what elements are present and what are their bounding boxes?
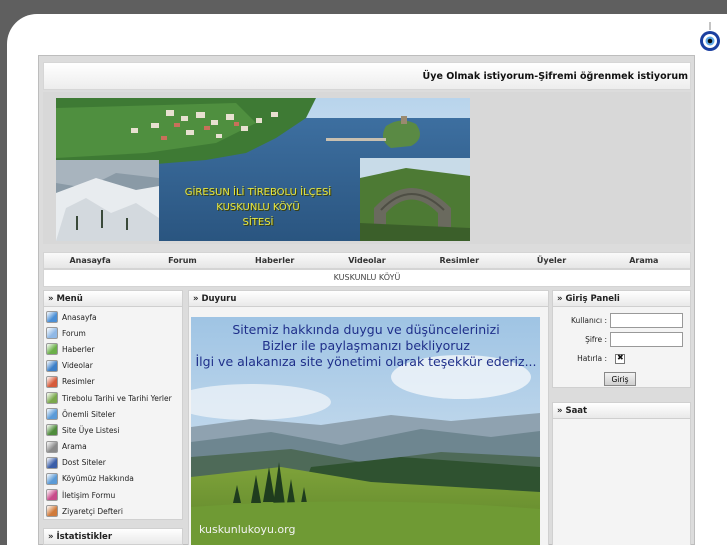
menu-item[interactable]: İletişim Formu [46, 487, 182, 503]
menu-item[interactable]: Önemli Siteler [46, 406, 182, 422]
menu-item-label: Anasayfa [62, 312, 97, 322]
nav-arama[interactable]: Arama [598, 256, 690, 265]
menu-item-label: Site Üye Listesi [62, 425, 120, 435]
announcement-block: » Duyuru Sitemiz hakkında duygu ve düşün… [188, 290, 549, 545]
menu-item-label: Önemli Siteler [62, 409, 116, 419]
news-icon [46, 343, 58, 356]
password-label: Şifre : [585, 335, 607, 344]
menu-list: Anasayfa Forum Haberler Videolar Resimler Tir… [44, 307, 182, 519]
announcement-line-1: Sitemiz hakkında duygu ve düşünceleriniz… [232, 322, 499, 337]
document-icon [46, 327, 58, 340]
menu-item-label: Resimler [62, 377, 95, 387]
globe-icon [46, 311, 58, 324]
menu-title: » Menü [44, 291, 182, 307]
username-label: Kullanıcı : [570, 316, 607, 325]
login-panel: » Giriş Paneli Kullanıcı : Şifre : Hatır… [552, 290, 691, 388]
login-button[interactable]: Giriş [604, 372, 636, 386]
banner-caption: GİRESUN İLİ TİREBOLU İLÇESİ KUSKUNLU KÖY… [143, 185, 373, 230]
menu-item-label: İletişim Formu [62, 490, 116, 500]
village-icon [46, 472, 58, 485]
stats-block: » İstatistikler [43, 528, 183, 545]
username-input[interactable] [610, 313, 683, 328]
announcement-photo: Sitemiz hakkında duygu ve düşünceleriniz… [191, 317, 540, 545]
menu-block: » Menü Anasayfa Forum Haberler Videolar Resi… [43, 290, 183, 520]
menu-item[interactable]: Dost Siteler [46, 455, 182, 471]
menu-item[interactable]: Forum [46, 325, 182, 341]
nav-uyeler[interactable]: Üyeler [505, 256, 597, 265]
menu-item-label: Köyümüz Hakkında [62, 474, 134, 484]
menu-item[interactable]: Site Üye Listesi [46, 422, 182, 438]
forgot-password-link[interactable]: Şifremi öğrenmek istiyorum [538, 71, 688, 82]
menu-item-label: Tirebolu Tarihi ve Tarihi Yerler [62, 393, 172, 403]
banner-line-2: KUSKUNLU KÖYÜ [216, 202, 300, 213]
username-row: Kullanıcı : [553, 311, 690, 330]
site-container: Üye Olmak istiyorum - Şifremi öğrenmek i… [38, 55, 695, 545]
history-icon [46, 392, 58, 405]
menu-item[interactable]: Köyümüz Hakkında [46, 471, 182, 487]
menu-item-label: Dost Siteler [62, 458, 106, 468]
banner-line-3: SİTESİ [242, 217, 274, 228]
menu-item[interactable]: Anasayfa [46, 309, 182, 325]
menu-item-label: Haberler [62, 344, 95, 354]
menu-item-label: Forum [62, 328, 86, 338]
evil-eye-icon [700, 22, 720, 51]
password-input[interactable] [610, 332, 683, 347]
user-links-bar: Üye Olmak istiyorum - Şifremi öğrenmek i… [43, 62, 691, 90]
stats-title: » İstatistikler [44, 529, 182, 545]
photo-watermark: kuskunlukoyu.org [199, 523, 295, 536]
announcement-line-2: Bizler ile paylaşmanızı bekliyoruz [262, 338, 470, 353]
nav-resimler[interactable]: Resimler [413, 256, 505, 265]
announcement-title: » Duyuru [189, 291, 548, 307]
menu-item-label: Ziyaretçi Defteri [62, 506, 123, 516]
sites-icon [46, 408, 58, 421]
login-title: » Giriş Paneli [553, 291, 690, 307]
nav-forum[interactable]: Forum [136, 256, 228, 265]
menu-item[interactable]: Tirebolu Tarihi ve Tarihi Yerler [46, 390, 182, 406]
banner-line-1: GİRESUN İLİ TİREBOLU İLÇESİ [184, 187, 332, 198]
nav-haberler[interactable]: Haberler [229, 256, 321, 265]
register-link[interactable]: Üye Olmak istiyorum [423, 71, 535, 82]
password-row: Şifre : [553, 330, 690, 349]
menu-item[interactable]: Arama [46, 439, 182, 455]
remember-checkbox[interactable] [615, 353, 625, 364]
header-banner-area: GİRESUN İLİ TİREBOLU İLÇESİ KUSKUNLU KÖY… [43, 92, 691, 244]
remember-row: Hatırla : [553, 349, 690, 368]
clock-title: » Saat [553, 403, 690, 419]
search-icon [46, 440, 58, 453]
friends-icon [46, 456, 58, 469]
menu-item-label: Videolar [62, 361, 93, 371]
guestbook-icon [46, 505, 58, 518]
clock-block: » Saat [552, 402, 691, 545]
menu-item[interactable]: Haberler [46, 341, 182, 357]
nav-anasayfa[interactable]: Anasayfa [44, 256, 136, 265]
site-subtitle: KUSKUNLU KÖYÜ [43, 269, 691, 287]
menu-item-label: Arama [62, 442, 87, 452]
members-icon [46, 424, 58, 437]
video-icon [46, 359, 58, 372]
main-nav: Anasayfa Forum Haberler Videolar Resimle… [43, 252, 691, 269]
menu-item[interactable]: Videolar [46, 358, 182, 374]
announcement-line-3: İlgi ve alakanıza site yönetimi olarak t… [196, 354, 537, 369]
nav-videolar[interactable]: Videolar [321, 256, 413, 265]
contact-icon [46, 489, 58, 502]
menu-item[interactable]: Resimler [46, 374, 182, 390]
picture-icon [46, 375, 58, 388]
menu-item[interactable]: Ziyaretçi Defteri [46, 503, 182, 519]
remember-label: Hatırla : [577, 354, 607, 363]
